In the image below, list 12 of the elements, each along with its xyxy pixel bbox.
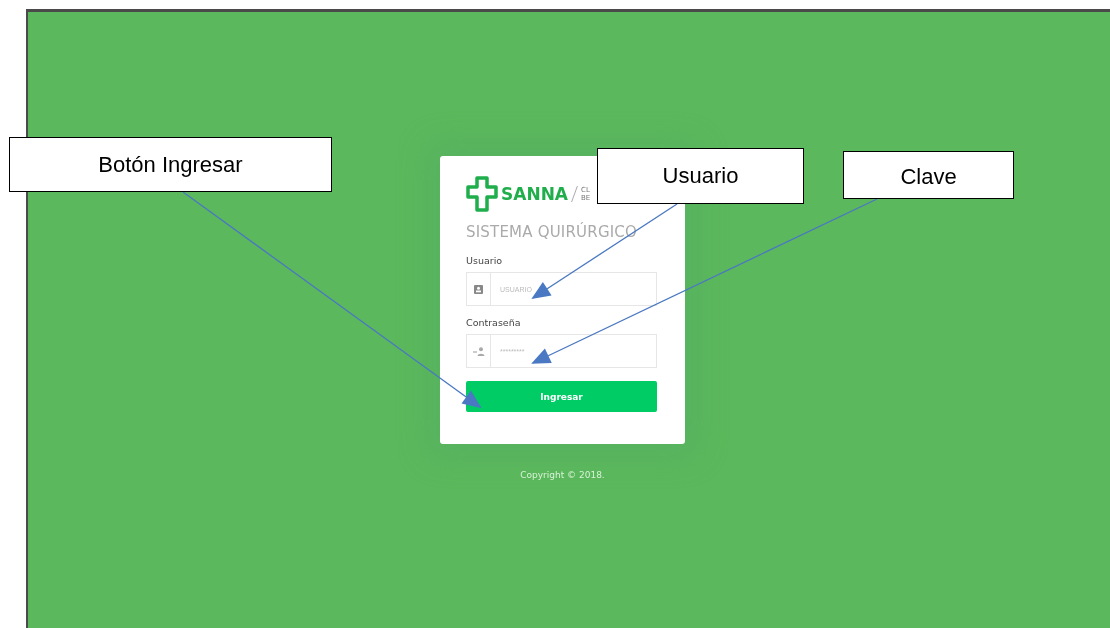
copyright-text: Copyright © 2018. — [519, 470, 606, 480]
callout-label: Botón Ingresar — [9, 137, 332, 192]
user-key-icon — [472, 346, 485, 356]
login-button[interactable]: Ingresar — [466, 381, 657, 412]
field-label: Contraseña — [466, 317, 522, 328]
system-title: SISTEMA QUIRÚRGICO — [466, 223, 639, 241]
cross-logo-icon — [466, 176, 498, 212]
field-label: Usuario — [466, 255, 504, 266]
callout-label: Usuario — [597, 148, 804, 204]
callout-label: Clave — [843, 151, 1014, 199]
contact-card-icon — [474, 284, 483, 294]
brand-name: SANNA — [501, 184, 568, 204]
